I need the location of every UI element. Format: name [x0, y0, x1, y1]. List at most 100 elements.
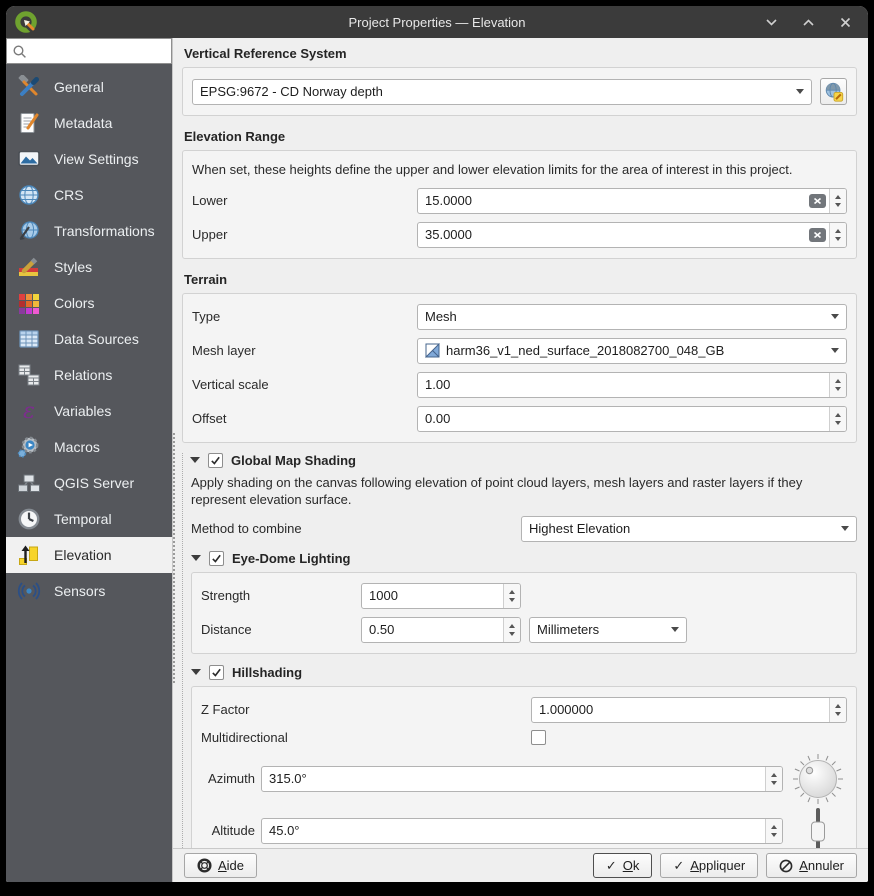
sidebar-item-label: Colors	[54, 295, 94, 311]
sidebar-item-transformations[interactable]: Transformations	[6, 213, 172, 249]
mesh-layer-label: Mesh layer	[192, 343, 417, 358]
clear-field-icon[interactable]	[809, 228, 826, 242]
relations-icon	[17, 363, 41, 387]
global-map-shading-checkbox[interactable]	[208, 453, 223, 468]
terrain-type-combobox[interactable]: Mesh	[417, 304, 847, 330]
spinner-buttons[interactable]	[829, 698, 846, 722]
apply-button-label: Appliquer	[690, 858, 745, 873]
spinner-buttons[interactable]	[829, 223, 846, 247]
collapse-arrow-icon[interactable]	[190, 457, 200, 463]
strength-spinbox[interactable]: 1000	[361, 583, 521, 609]
sidebar-item-label: Transformations	[54, 223, 155, 239]
sidebar-item-list: General Metadata	[6, 64, 172, 609]
sidebar-item-crs[interactable]: CRS	[6, 177, 172, 213]
search-icon	[12, 44, 28, 60]
chevron-down-icon	[841, 526, 849, 531]
maximize-button[interactable]	[802, 16, 815, 29]
offset-spinbox[interactable]: 0.00	[417, 406, 847, 432]
multidirectional-label: Multidirectional	[201, 730, 531, 745]
sidebar-item-relations[interactable]: Relations	[6, 357, 172, 393]
vertical-scale-label: Vertical scale	[192, 377, 417, 392]
azimuth-spinbox[interactable]: 315.0°	[261, 766, 783, 792]
sidebar-item-label: Temporal	[54, 511, 112, 527]
distance-spinbox[interactable]: 0.50	[361, 617, 521, 643]
sidebar-item-label: Metadata	[54, 115, 112, 131]
spinner-buttons[interactable]	[765, 819, 782, 843]
sidebar-item-macros[interactable]: Macros	[6, 429, 172, 465]
hillshading-checkbox[interactable]	[209, 665, 224, 680]
altitude-slider[interactable]	[789, 807, 847, 848]
mesh-layer-combobox[interactable]: harm36_v1_ned_surface_2018082700_048_GB	[417, 338, 847, 364]
distance-unit-combobox[interactable]: Millimeters	[529, 617, 687, 643]
spinner-buttons[interactable]	[829, 373, 846, 397]
altitude-label: Altitude	[201, 823, 255, 838]
spinner-buttons[interactable]	[829, 407, 846, 431]
global-map-shading-title: Global Map Shading	[231, 453, 356, 468]
sidebar-item-general[interactable]: General	[6, 69, 172, 105]
hillshading-group: Hillshading Z Factor 1.000000	[191, 665, 857, 848]
vertical-scale-spinbox[interactable]: 1.00	[417, 372, 847, 398]
shading-description: Apply shading on the canvas following el…	[191, 474, 851, 509]
elevation-settings-panel: Vertical Reference System EPSG:9672 - CD…	[173, 38, 868, 848]
sidebar-item-sensors[interactable]: Sensors	[6, 573, 172, 609]
terrain-section-title: Terrain	[184, 272, 857, 287]
lower-spinbox[interactable]: 15.0000	[417, 188, 847, 214]
splitter-handle[interactable]	[173, 433, 175, 683]
settings-sidebar: General Metadata	[6, 38, 172, 882]
sidebar-item-data-sources[interactable]: Data Sources	[6, 321, 172, 357]
cancel-button[interactable]: Annuler	[766, 853, 857, 878]
svg-text:ε: ε	[23, 399, 35, 423]
collapse-arrow-icon[interactable]	[191, 669, 201, 675]
cancel-button-label: Annuler	[799, 858, 844, 873]
vrs-frame: EPSG:9672 - CD Norway depth	[182, 67, 857, 116]
sidebar-item-metadata[interactable]: Metadata	[6, 105, 172, 141]
spinner-buttons[interactable]	[503, 584, 520, 608]
vrs-combobox[interactable]: EPSG:9672 - CD Norway depth	[192, 79, 812, 105]
minimize-button[interactable]	[765, 16, 778, 29]
sidebar-item-view-settings[interactable]: View Settings	[6, 141, 172, 177]
spinner-buttons[interactable]	[829, 189, 846, 213]
sidebar-item-qgis-server[interactable]: QGIS Server	[6, 465, 172, 501]
clear-field-icon[interactable]	[809, 194, 826, 208]
sidebar-item-label: Variables	[54, 403, 111, 419]
titlebar[interactable]: Project Properties — Elevation	[6, 6, 868, 38]
globe-pencil-icon	[823, 81, 845, 103]
help-button[interactable]: Aide	[184, 853, 257, 878]
window-title: Project Properties — Elevation	[6, 15, 868, 30]
altitude-spinbox[interactable]: 45.0°	[261, 818, 783, 844]
close-button[interactable]	[839, 16, 852, 29]
elevation-icon	[17, 543, 41, 567]
z-factor-spinbox[interactable]: 1.000000	[531, 697, 847, 723]
vrs-section-title: Vertical Reference System	[184, 46, 857, 61]
apply-button[interactable]: ✓ Appliquer	[660, 853, 758, 878]
transformations-icon	[17, 219, 41, 243]
eye-dome-lighting-checkbox[interactable]	[209, 551, 224, 566]
sidebar-item-elevation[interactable]: Elevation	[6, 537, 172, 573]
paintbrush-icon	[17, 255, 41, 279]
distance-value: 0.50	[362, 622, 503, 637]
azimuth-label: Azimuth	[201, 771, 255, 786]
chevron-down-icon	[831, 348, 839, 353]
sidebar-item-label: Relations	[54, 367, 112, 383]
search-input[interactable]	[7, 39, 171, 63]
strength-label: Strength	[201, 588, 361, 603]
search-box[interactable]	[6, 38, 172, 64]
multidirectional-checkbox[interactable]	[531, 730, 546, 745]
sidebar-item-styles[interactable]: Styles	[6, 249, 172, 285]
sidebar-item-temporal[interactable]: Temporal	[6, 501, 172, 537]
ok-button[interactable]: ✓ Ok	[593, 853, 653, 878]
method-to-combine-combobox[interactable]: Highest Elevation	[521, 516, 857, 542]
upper-spinbox[interactable]: 35.0000	[417, 222, 847, 248]
collapse-arrow-icon[interactable]	[191, 555, 201, 561]
select-crs-button[interactable]	[820, 78, 847, 105]
clock-icon	[17, 507, 41, 531]
sidebar-item-colors[interactable]: Colors	[6, 285, 172, 321]
sidebar-item-label: General	[54, 79, 104, 95]
spinner-buttons[interactable]	[503, 618, 520, 642]
spinner-buttons[interactable]	[765, 767, 782, 791]
elevation-range-description: When set, these heights define the upper…	[192, 161, 847, 179]
sidebar-item-label: View Settings	[54, 151, 139, 167]
sidebar-item-variables[interactable]: ε Variables	[6, 393, 172, 429]
vrs-value: EPSG:9672 - CD Norway depth	[200, 84, 790, 99]
azimuth-dial[interactable]	[789, 752, 847, 806]
